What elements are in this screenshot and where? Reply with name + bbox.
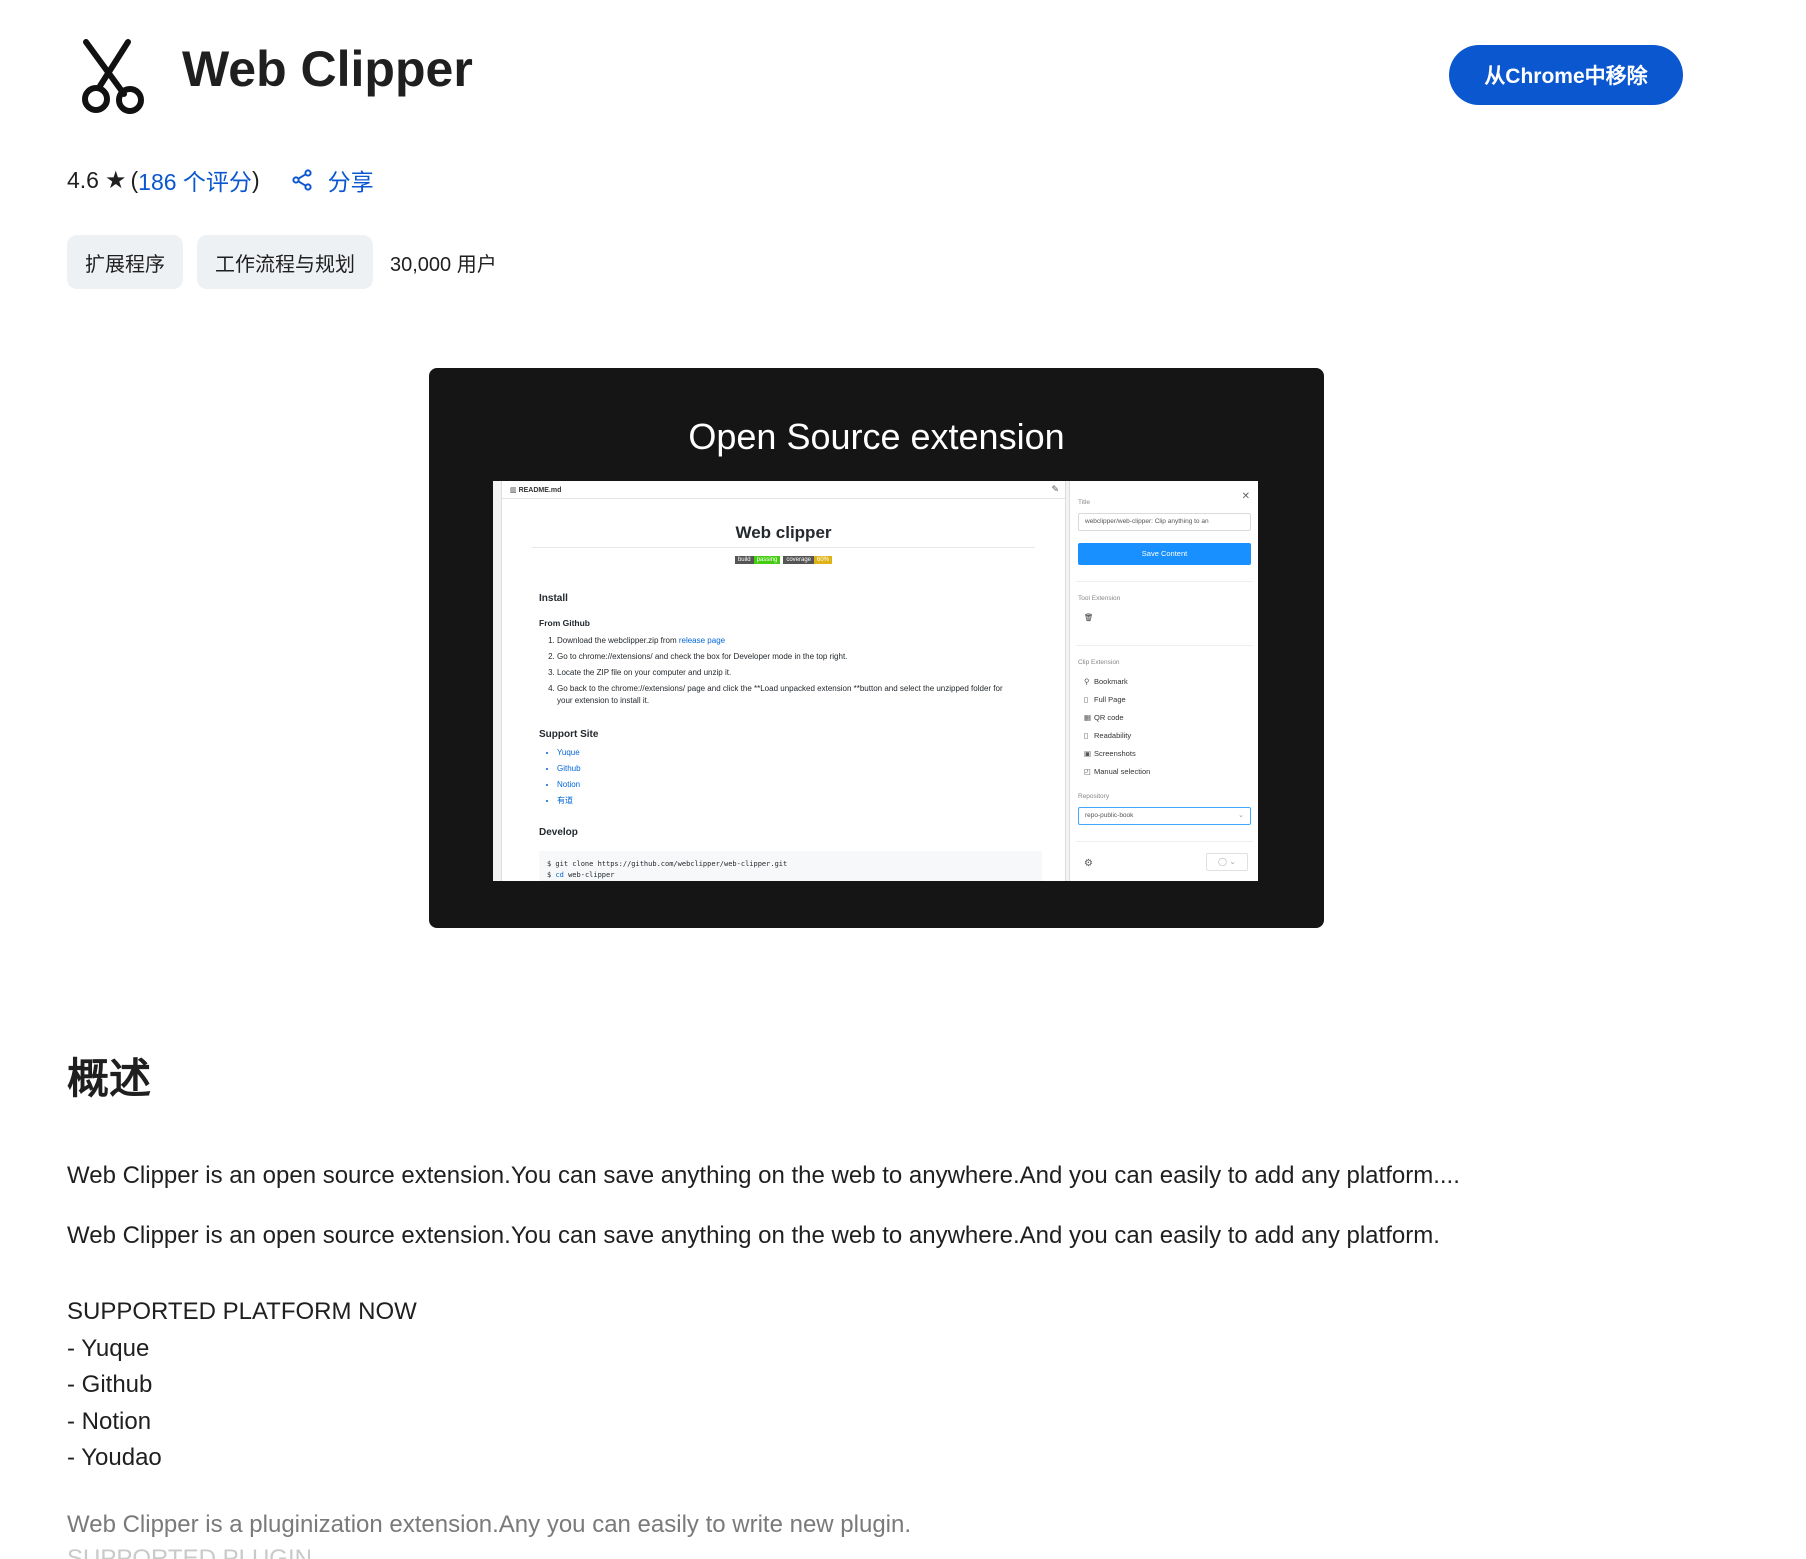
avatar-dropdown: ◯ ⌄ [1206, 853, 1248, 871]
clip-item-manual-selection: ◰ Manual selection [1084, 767, 1151, 776]
close-icon: ✕ [1241, 491, 1250, 502]
panel-tool-extension: Tool Extension [1078, 595, 1121, 602]
copy-icon: ▯ [1084, 731, 1089, 740]
platform-item: - Youdao [67, 1444, 162, 1471]
panel-divider [1076, 581, 1253, 582]
overview-cut-line: SUPPORTED PLUGIN [67, 1545, 312, 1559]
readme-sites: Yuque Github Notion 有道 [539, 745, 581, 809]
supported-platforms: SUPPORTED PLATFORM NOW - Yuque - Github … [67, 1294, 417, 1477]
badge-passing: passing [753, 556, 781, 564]
clip-item-screenshots: ▣ Screenshots [1084, 749, 1136, 758]
trash-icon: 🗑 [1084, 613, 1094, 622]
panel-save-button: Save Content [1078, 543, 1251, 565]
code-line-2: $ cd web-clipper [547, 871, 615, 879]
extension-detail-page: Web Clipper 从Chrome中移除 4.6 ★ ( 186 个评分 )… [0, 0, 1806, 1559]
readme-site: Github [557, 761, 581, 777]
rating-value: 4.6 [67, 166, 99, 193]
pencil-icon: ✎ [1051, 484, 1059, 494]
book-icon: ▥ [510, 487, 519, 494]
readme-step-1: Download the webclipper.zip from release… [557, 633, 1009, 649]
panel-clip-extension: Clip Extension [1078, 659, 1120, 666]
user-count: 30,000 用户 [390, 253, 497, 276]
scissors-icon [82, 39, 144, 114]
readme-support-site: Support Site [539, 729, 599, 740]
readme-site: Notion [557, 777, 581, 793]
readme-site: 有道 [557, 793, 581, 809]
extension-title: Web Clipper [182, 41, 473, 97]
panel-title-input: webclipper/web-clipper: Clip anything to… [1078, 513, 1251, 531]
share-icon [292, 169, 312, 191]
share-label: 分享 [327, 169, 374, 195]
clip-item-readability: ▯ Readability [1084, 731, 1132, 740]
panel-title-label: Title [1078, 499, 1091, 506]
code-line-1: $ git clone https://github.com/webclippe… [547, 860, 788, 868]
readme-badges: build passing coverage 60% [502, 556, 1065, 564]
panel-divider [1076, 841, 1253, 842]
link-icon: ⚲ [1084, 677, 1090, 686]
close-paren: ) [251, 166, 260, 193]
readme-rule [532, 547, 1035, 548]
picture-icon: ▣ [1084, 749, 1092, 758]
overview-summary: Web Clipper is an open source extension.… [67, 1162, 1460, 1189]
readme-step-3: Locate the ZIP file on your computer and… [557, 665, 1009, 681]
badge-percent: 60% [814, 556, 833, 564]
gear-icon: ⚙ [1084, 858, 1093, 869]
readme-site: Yuque [557, 745, 581, 761]
supported-platforms-title: SUPPORTED PLATFORM NOW [67, 1298, 417, 1325]
readme-install: Install [539, 593, 568, 604]
readme-from-github: From Github [539, 618, 590, 628]
open-paren: ( [130, 166, 139, 193]
qrcode-icon: ▦ [1084, 713, 1092, 722]
overview-description: Web Clipper is an open source extension.… [67, 1222, 1440, 1249]
readme-code-block: $ git clone https://github.com/webclippe… [539, 851, 1042, 881]
overview-heading: 概述 [67, 1055, 152, 1102]
share-button[interactable]: 分享 [290, 163, 374, 197]
chip-extension[interactable]: 扩展程序 [67, 235, 183, 289]
select-icon: ◰ [1084, 767, 1092, 776]
panel-repository-select: repo-public-book ⌄ [1078, 807, 1251, 825]
rating-row: 4.6 ★ ( 186 个评分 ) 分享 [67, 163, 374, 197]
readme-heading: Web clipper [735, 523, 832, 542]
remove-from-chrome-button[interactable]: 从Chrome中移除 [1449, 45, 1683, 105]
category-chips: 扩展程序 工作流程与规划 30,000 用户 [67, 235, 497, 289]
chip-workflow[interactable]: 工作流程与规划 [197, 235, 373, 289]
readme-step-2: Go to chrome://extensions/ and check the… [557, 649, 1009, 665]
clipper-panel: Title ✕ webclipper/web-clipper: Clip any… [1069, 481, 1258, 881]
badge-build: build [734, 556, 754, 564]
chevron-down-icon: ⌄ [1238, 812, 1244, 819]
platform-item: - Github [67, 1371, 153, 1398]
copy-icon: ▯ [1084, 695, 1089, 704]
clip-item-qr-code: ▦ QR code [1084, 713, 1124, 722]
overview-plugin-text: Web Clipper is a pluginization extension… [67, 1511, 912, 1538]
screenshot-carousel-image[interactable]: Open Source extension ▥ README.md ✎ Web … [429, 368, 1324, 928]
screenshot-title: Open Source extension [688, 416, 1065, 457]
ratings-count-link[interactable]: 186 个评分 [138, 163, 252, 197]
platform-item: - Yuque [67, 1334, 150, 1362]
star-icon: ★ [104, 166, 127, 194]
readme-file-name: README.md [518, 487, 562, 494]
badge-coverage: coverage [783, 556, 815, 564]
platform-item: - Notion [67, 1407, 152, 1435]
screenshot-content: ▥ README.md ✎ Web clipper build passing … [493, 481, 1258, 881]
readme-file-bar: ▥ README.md ✎ [502, 481, 1065, 499]
readme-pane: ▥ README.md ✎ Web clipper build passing … [501, 481, 1066, 881]
readme-develop: Develop [539, 827, 578, 838]
readme-step-4: Go back to the chrome://extensions/ page… [557, 681, 1009, 707]
readme-steps: Download the webclipper.zip from release… [539, 633, 1009, 707]
extension-logo [76, 36, 156, 116]
clip-item-full-page: ▯ Full Page [1084, 695, 1126, 704]
panel-repository-label: Repository [1078, 793, 1110, 800]
panel-divider [1076, 645, 1253, 646]
clip-item-bookmark: ⚲ Bookmark [1084, 677, 1128, 686]
